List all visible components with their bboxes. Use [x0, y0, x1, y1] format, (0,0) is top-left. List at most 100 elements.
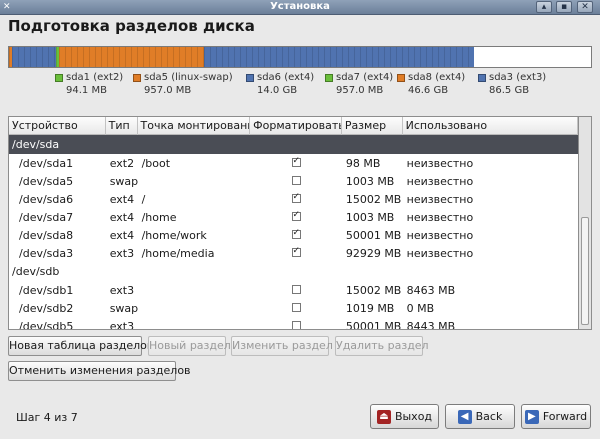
cell-size: 98 MB: [345, 156, 381, 170]
cell-mount: /home/work: [141, 228, 207, 242]
maximize-button[interactable]: ▴: [536, 1, 552, 13]
cell-device: /dev/sdb2: [19, 301, 74, 315]
disk-usage-bar: [8, 46, 592, 68]
cell-type: ext3: [109, 246, 135, 260]
cell-type: swap: [109, 301, 138, 315]
legend-partition-name: sda6 (ext4): [257, 72, 315, 83]
legend-color-swatch: [133, 74, 141, 82]
column-header-used[interactable]: Использовано: [403, 117, 578, 135]
disk-name: /dev/sda: [12, 138, 60, 151]
cell-type: ext4: [109, 210, 135, 224]
disk-group-row[interactable]: /dev/sdb: [9, 262, 578, 281]
legend-partition-size: 86.5 GB: [489, 85, 530, 96]
cell-used: неизвестно: [406, 246, 474, 260]
format-checkbox[interactable]: [291, 157, 301, 167]
forward-label: Forward: [542, 410, 588, 423]
scrollbar-thumb[interactable]: [581, 217, 589, 325]
cell-type: ext3: [109, 283, 135, 297]
legend-color-swatch: [397, 74, 405, 82]
partition-row[interactable]: /dev/sda7 ext4/home 1003 MB неизвестно: [9, 208, 578, 226]
format-checkbox[interactable]: [291, 193, 301, 203]
format-checkbox[interactable]: [291, 175, 301, 185]
cell-size: 1003 MB: [345, 210, 395, 224]
cell-device: /dev/sda7: [19, 210, 74, 224]
legend-color-swatch: [478, 74, 486, 82]
format-checkbox[interactable]: [291, 284, 301, 294]
new-partition-table-button[interactable]: Новая таблица разделов: [8, 336, 153, 356]
legend-partition-name: sda3 (ext3): [489, 72, 547, 83]
format-checkbox[interactable]: [291, 302, 301, 312]
window-title: Установка: [270, 1, 330, 12]
partition-row[interactable]: /dev/sdb2 swap 1019 MB 0 MB: [9, 299, 578, 317]
format-checkbox[interactable]: [291, 320, 301, 329]
format-cell: [250, 284, 342, 297]
new-partition-button[interactable]: Новый раздел: [148, 336, 231, 356]
cell-size: 50001 MB: [345, 319, 402, 330]
format-checkbox[interactable]: [291, 211, 301, 221]
cell-device: /dev/sda1: [19, 156, 74, 170]
cell-size: 1003 MB: [345, 174, 395, 188]
cell-used: неизвестно: [406, 210, 474, 224]
back-label: Back: [475, 410, 503, 423]
close-button[interactable]: ✕: [577, 1, 593, 13]
legend-partition-size: 46.6 GB: [408, 85, 449, 96]
partition-row[interactable]: /dev/sda5 swap 1003 MB неизвестно: [9, 172, 578, 190]
minimize-button[interactable]: ▪: [556, 1, 572, 13]
cell-type: swap: [109, 174, 138, 188]
cell-mount: /home/media: [141, 246, 215, 260]
format-cell: [250, 229, 342, 242]
column-header-device[interactable]: Устройство: [9, 117, 106, 135]
column-header-size[interactable]: Размер: [342, 117, 403, 135]
cell-device: /dev/sdb5: [19, 319, 74, 330]
format-cell: [250, 320, 342, 329]
column-header-type[interactable]: Тип: [106, 117, 138, 135]
step-indicator: Шаг 4 из 7: [16, 411, 78, 424]
cell-used: 0 MB: [406, 301, 435, 315]
cell-used: неизвестно: [406, 192, 474, 206]
quit-button[interactable]: ⏏ Выход: [370, 404, 439, 429]
partition-row[interactable]: /dev/sdb1 ext3 15002 MB 8463 MB: [9, 281, 578, 299]
back-button[interactable]: ◀ Back: [445, 404, 515, 429]
format-cell: [250, 157, 342, 170]
delete-partition-button[interactable]: Удалить раздел: [335, 336, 429, 356]
disk-group-row[interactable]: /dev/sda: [9, 135, 578, 154]
legend-partition-name: sda8 (ext4): [408, 72, 466, 83]
table-header: Устройство Тип Точка монтирования Форматиро…: [9, 117, 578, 135]
cell-used: неизвестно: [406, 156, 474, 170]
partition-table[interactable]: Устройство Тип Точка монтирования Форматиро…: [8, 116, 579, 330]
disk-segment-sda8: [58, 47, 204, 67]
cell-device: /dev/sda3: [19, 246, 74, 260]
legend-partition-size: 94.1 MB: [66, 85, 107, 96]
column-header-mount[interactable]: Точка монтирования: [138, 117, 251, 135]
cell-device: /dev/sda5: [19, 174, 74, 188]
format-checkbox[interactable]: [291, 247, 301, 257]
partition-row[interactable]: /dev/sda6 ext4 / 15002 MB неизвестно: [9, 190, 578, 208]
quit-icon: ⏏: [376, 409, 391, 424]
vertical-scrollbar[interactable]: [579, 116, 592, 330]
format-checkbox[interactable]: [291, 229, 301, 239]
partition-row[interactable]: /dev/sda1 ext2/boot 98 MB неизвестно: [9, 154, 578, 172]
disk-segment-sda3: [203, 47, 474, 67]
cell-device: /dev/sdb1: [19, 283, 74, 297]
format-cell: [250, 302, 342, 315]
edit-partition-button[interactable]: Изменить раздел: [231, 336, 333, 356]
cell-size: 1019 MB: [345, 301, 395, 315]
cell-used: неизвестно: [406, 174, 474, 188]
cell-mount: /boot: [141, 156, 171, 170]
legend-color-swatch: [246, 74, 254, 82]
format-cell: [250, 247, 342, 260]
page-title: Подготовка разделов диска: [8, 17, 255, 35]
forward-button[interactable]: ▶ Forward: [521, 404, 591, 429]
cell-type: ext3: [109, 319, 135, 330]
partition-row[interactable]: /dev/sdb5 ext3 50001 MB 8443 MB: [9, 317, 578, 330]
legend-partition-name: sda5 (linux-swap): [144, 72, 233, 83]
column-header-format[interactable]: Форматировать?: [250, 117, 342, 135]
cell-size: 50001 MB: [345, 228, 402, 242]
format-cell: [250, 193, 342, 206]
partition-row[interactable]: /dev/sda3 ext3/home/media 92929 MB неизвест…: [9, 244, 578, 262]
revert-changes-button[interactable]: Отменить изменения разделов: [8, 361, 191, 381]
partition-row[interactable]: /dev/sda8 ext4/home/work 50001 MB неизвестн…: [9, 226, 578, 244]
quit-label: Выход: [394, 410, 433, 423]
format-cell: [250, 211, 342, 224]
legend-color-swatch: [55, 74, 63, 82]
